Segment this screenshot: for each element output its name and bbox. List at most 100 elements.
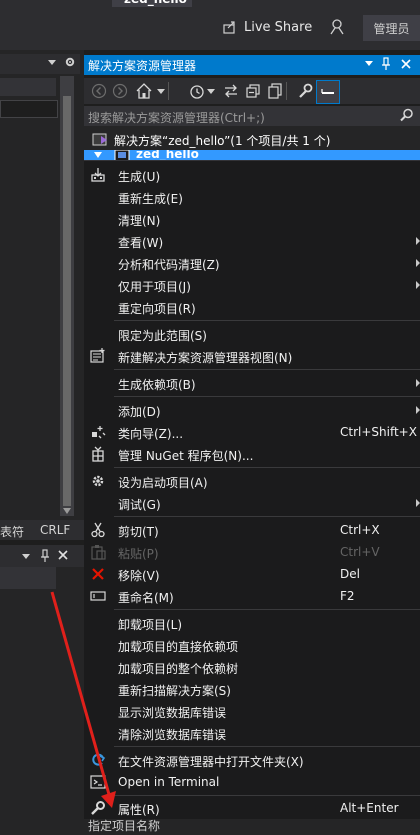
menu-item-rescan-solution[interactable]: 重新扫描解决方案(S) [84,678,420,700]
menu-item-paste[interactable]: 粘贴(P) Ctrl+V [84,541,420,563]
menu-item-view[interactable]: 查看(W) [84,230,420,252]
menu-item-set-startup[interactable]: 设为启动项目(A) [84,470,420,492]
menu-item-rebuild[interactable]: 重新生成(E) [84,186,420,208]
menu-item-load-dep-tree[interactable]: 加载项目的整个依赖树 [84,656,420,678]
menu-item-cut[interactable]: 剪切(T) Ctrl+X [84,519,420,541]
menu-item-label: 显示浏览数据库错误 [118,706,227,720]
solution-node-label: 解决方案“zed_hello”(1 个项目/共 1 个) [114,133,331,148]
left-panel-input[interactable] [0,100,58,118]
search-icon[interactable] [400,108,414,122]
dropdown-arrow-icon[interactable] [48,58,56,66]
menu-item-label: Open in Terminal [118,775,220,789]
pin-icon[interactable] [40,549,50,563]
menu-item-label: 类向导(Z)... [118,427,184,441]
menu-item-scope-to-this[interactable]: 限定为此范围(S) [84,323,420,345]
feedback-icon[interactable] [326,16,348,38]
menu-item-label: 粘贴(P) [118,547,159,561]
encoding-label[interactable]: 表符 [0,523,24,540]
bottom-tool-window [0,567,84,835]
menu-item-label: 重新扫描解决方案(S) [118,684,231,698]
settings-gear-icon[interactable] [64,56,76,68]
menu-separator [114,320,420,321]
menu-item-shortcut: Ctrl+V [340,545,380,559]
line-ending-label[interactable]: CRLF [40,523,70,537]
rename-icon [90,588,106,604]
scissors-icon [90,522,106,538]
menu-separator [114,467,420,468]
menu-item-remove[interactable]: 移除(V) Del [84,563,420,585]
menu-item-open-in-terminal[interactable]: Open in Terminal [84,771,420,793]
home-icon[interactable] [135,82,153,100]
menu-item-unload-project[interactable]: 卸载项目(L) [84,612,420,634]
nuget-icon [90,446,106,462]
preview-selected-button[interactable] [316,80,340,104]
submenu-arrow-icon [416,237,420,245]
share-icon [222,19,238,35]
menu-item-properties[interactable]: 属性(R) Alt+Enter [84,797,420,819]
menu-item-label: 管理 NuGet 程序包(N)... [118,449,254,463]
menu-item-shortcut: F2 [340,589,355,603]
paste-icon [90,544,106,560]
solution-node[interactable]: 解决方案“zed_hello”(1 个项目/共 1 个) [92,131,330,149]
menu-item-label: 仅用于项目(J) [118,280,191,294]
submenu-arrow-icon [416,499,420,507]
menu-item-shortcut: Del [340,567,360,581]
scroll-down-icon[interactable] [63,508,71,514]
bottom-tool-window-row [0,567,56,589]
admin-button[interactable]: 管理员 [363,15,420,41]
menu-item-label: 加载项目的整个依赖树 [118,662,239,676]
menu-item-open-in-explorer[interactable]: 在文件资源管理器中打开文件夹(X) [84,749,420,771]
menu-item-rename[interactable]: 重命名(M) F2 [84,585,420,607]
submenu-arrow-icon [416,259,420,267]
menu-item-label: 设为启动项目(A) [118,476,208,490]
toolbar-separator [286,82,287,100]
solution-explorer-search[interactable]: 搜索解决方案资源管理器(Ctrl+;) [84,106,420,126]
menu-item-build-dependencies[interactable]: 生成依赖项(B) [84,372,420,394]
back-icon[interactable] [91,83,107,99]
document-tab-label: zed_hello [124,0,187,6]
close-icon[interactable] [401,59,411,69]
menu-item-manage-nuget[interactable]: 管理 NuGet 程序包(N)... [84,443,420,465]
dropdown-arrow-icon[interactable] [157,82,165,100]
menu-separator [114,746,420,747]
menu-item-label: 查看(W) [118,236,164,250]
collapse-all-icon[interactable] [244,82,262,100]
dropdown-arrow-icon[interactable] [365,59,373,67]
menu-item-build[interactable]: 生成(U) [84,164,420,186]
properties-wrench-icon[interactable] [296,82,314,100]
menu-item-project-only[interactable]: 仅用于项目(J) [84,274,420,296]
expand-arrow-icon[interactable] [94,152,102,160]
pending-changes-clock-icon[interactable] [188,82,206,100]
dropdown-arrow-icon[interactable] [22,552,30,560]
title-bar [0,0,420,50]
show-all-files-icon[interactable] [266,82,284,100]
menu-item-label: 生成(U) [118,170,161,184]
forward-icon[interactable] [112,83,128,99]
close-icon[interactable] [58,550,68,560]
dropdown-arrow-icon[interactable] [207,82,215,100]
menu-item-shortcut: Ctrl+X [340,523,380,537]
document-tab[interactable]: zed_hello [112,0,192,7]
menu-item-label: 生成依赖项(B) [118,378,196,392]
left-scrollbar-thumb[interactable] [63,96,71,506]
menu-separator [114,396,420,397]
menu-item-show-browse-errors[interactable]: 显示浏览数据库错误 [84,700,420,722]
toolbar-separator [168,82,169,100]
new-view-icon [90,348,106,364]
menu-item-debug[interactable]: 调试(G) [84,492,420,514]
pin-icon[interactable] [381,57,391,71]
menu-item-class-wizard[interactable]: 类向导(Z)... Ctrl+Shift+X [84,421,420,443]
menu-item-load-direct-deps[interactable]: 加载项目的直接依赖项 [84,634,420,656]
menu-item-analyze[interactable]: 分析和代码清理(Z) [84,252,420,274]
menu-item-label: 重定向项目(R) [118,302,196,316]
menu-item-clear-browse-errors[interactable]: 清除浏览数据库错误 [84,722,420,744]
solution-icon [92,132,110,148]
submenu-arrow-icon [416,406,420,414]
menu-item-new-explorer-view[interactable]: 新建解决方案资源管理器视图(N) [84,345,420,367]
live-share-button[interactable]: Live Share [222,16,312,38]
menu-item-label: 分析和代码清理(Z) [118,258,220,272]
menu-item-retarget[interactable]: 重定向项目(R) [84,296,420,318]
menu-item-add[interactable]: 添加(D) [84,399,420,421]
sync-icon[interactable] [222,82,240,100]
menu-item-clean[interactable]: 清理(N) [84,208,420,230]
